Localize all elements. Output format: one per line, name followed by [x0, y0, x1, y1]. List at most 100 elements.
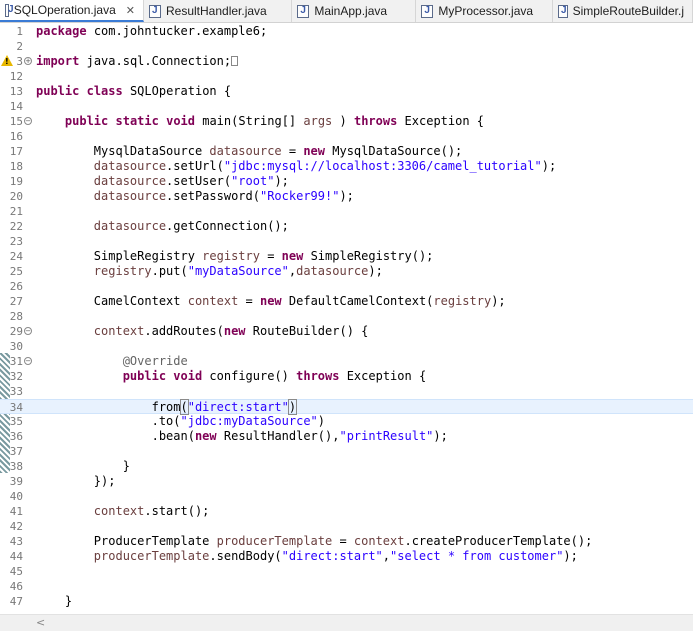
- tab-simpleroutebuilder-j[interactable]: SimpleRouteBuilder.j: [553, 0, 693, 22]
- horizontal-scrollbar[interactable]: <: [0, 614, 693, 631]
- string-token: "root": [231, 174, 275, 188]
- code-editor[interactable]: 1package com.johntucker.example6;23impor…: [0, 23, 693, 613]
- code-line[interactable]: 24 SimpleRegistry registry = new SimpleR…: [0, 249, 693, 264]
- keyword-token: package: [36, 24, 87, 38]
- line-number: 13: [9, 85, 23, 98]
- expand-fold-icon[interactable]: [24, 57, 32, 65]
- code-line[interactable]: 17 MysqlDataSource datasource = new Mysq…: [0, 144, 693, 159]
- tab-mainapp-java[interactable]: MainApp.java: [292, 0, 417, 22]
- code-line[interactable]: 14: [0, 99, 693, 114]
- tab-sqloperation-java[interactable]: SQLOperation.java ✕: [0, 0, 144, 22]
- code-token: Exception {: [339, 369, 427, 383]
- tab-label: MyProcessor.java: [438, 4, 534, 18]
- keyword-token: static: [115, 114, 159, 128]
- code-text: public void configure() throws Exception…: [36, 369, 426, 384]
- code-line[interactable]: 40: [0, 489, 693, 504]
- folded-imports-marker[interactable]: [231, 56, 239, 66]
- code-line[interactable]: 13 public class SQLOperation {: [0, 84, 693, 99]
- code-line[interactable]: 28: [0, 309, 693, 324]
- collapse-fold-icon[interactable]: [24, 357, 32, 365]
- code-line[interactable]: 26: [0, 279, 693, 294]
- collapse-fold-icon[interactable]: [24, 117, 32, 125]
- code-token: DefaultCamelContext(: [281, 294, 434, 308]
- code-token: });: [36, 474, 116, 488]
- tab-label: SimpleRouteBuilder.j: [572, 4, 684, 18]
- line-number: 3: [16, 55, 23, 68]
- string-token: "direct:start": [187, 400, 289, 414]
- code-text: .to("jdbc:myDataSource"): [36, 414, 325, 429]
- code-token: .start();: [144, 504, 210, 518]
- code-token: =: [281, 144, 304, 158]
- code-text: datasource.setUser("root");: [36, 174, 289, 189]
- annotation-token: @Override: [122, 354, 188, 368]
- code-token: );: [541, 159, 557, 173]
- code-text: datasource.setUrl("jdbc:mysql://localhos…: [36, 159, 556, 174]
- code-line[interactable]: 19 datasource.setUser("root");: [0, 174, 693, 189]
- code-line[interactable]: 38 }: [0, 459, 693, 474]
- code-token: SimpleRegistry: [36, 249, 203, 263]
- line-number: 17: [9, 145, 23, 158]
- line-number: 15: [9, 115, 23, 128]
- close-tab-icon[interactable]: ✕: [126, 4, 135, 17]
- code-line[interactable]: 1 package com.johntucker.example6;: [0, 24, 693, 39]
- keyword-token: public: [122, 369, 167, 383]
- tab-myprocessor-java[interactable]: MyProcessor.java: [416, 0, 553, 22]
- variable-token: datasource: [209, 144, 282, 158]
- code-line[interactable]: 39 });: [0, 474, 693, 489]
- code-line[interactable]: 29 context.addRoutes(new RouteBuilder() …: [0, 324, 693, 339]
- code-line[interactable]: 43 ProducerTemplate producerTemplate = c…: [0, 534, 693, 549]
- code-line[interactable]: 21: [0, 204, 693, 219]
- code-line[interactable]: 27 CamelContext context = new DefaultCam…: [0, 294, 693, 309]
- code-text: MysqlDataSource datasource = new MysqlDa…: [36, 144, 463, 159]
- code-line[interactable]: 15 public static void main(String[] args…: [0, 114, 693, 129]
- line-number: 36: [9, 430, 23, 443]
- code-text: import java.sql.Connection;: [36, 54, 239, 69]
- keyword-token: public: [36, 84, 80, 98]
- java-file-icon: [558, 4, 568, 18]
- code-line[interactable]: 32 public void configure() throws Except…: [0, 369, 693, 384]
- collapse-fold-icon[interactable]: [24, 327, 32, 335]
- line-number: 39: [9, 475, 23, 488]
- code-text: }: [36, 594, 72, 609]
- code-line[interactable]: 23: [0, 234, 693, 249]
- code-token: CamelContext: [36, 294, 188, 308]
- code-line[interactable]: 20 datasource.setPassword("Rocker99!");: [0, 189, 693, 204]
- code-line[interactable]: 47 }: [0, 594, 693, 609]
- code-line[interactable]: 22 datasource.getConnection();: [0, 219, 693, 234]
- code-line[interactable]: 34 from("direct:start"): [0, 399, 693, 415]
- code-line[interactable]: 2: [0, 39, 693, 54]
- code-line[interactable]: 33: [0, 384, 693, 399]
- code-token: .setUrl(: [166, 159, 224, 173]
- line-number: 43: [9, 535, 23, 548]
- code-line[interactable]: 46: [0, 579, 693, 594]
- code-line[interactable]: 42: [0, 519, 693, 534]
- variable-token: registry: [433, 294, 492, 308]
- line-number: 14: [9, 100, 23, 113]
- code-line[interactable]: 35 .to("jdbc:myDataSource"): [0, 414, 693, 429]
- scroll-left-arrow-icon[interactable]: <: [36, 615, 45, 631]
- code-line[interactable]: 31 @Override: [0, 354, 693, 369]
- code-line[interactable]: 44 producerTemplate.sendBody("direct:sta…: [0, 549, 693, 564]
- code-line[interactable]: 3 import java.sql.Connection;: [0, 54, 693, 69]
- line-number: 23: [9, 235, 23, 248]
- variable-token: datasource: [93, 159, 167, 173]
- variable-token: context: [93, 504, 145, 518]
- code-token: RouteBuilder() {: [245, 324, 369, 338]
- code-line[interactable]: 37: [0, 444, 693, 459]
- line-number: 31: [9, 355, 23, 368]
- code-token: ): [332, 114, 354, 128]
- tab-resulthandler-java[interactable]: ResultHandler.java: [144, 0, 293, 22]
- code-line[interactable]: 30: [0, 339, 693, 354]
- code-token: .getConnection();: [166, 219, 289, 233]
- code-line[interactable]: 25 registry.put("myDataSource",datasourc…: [0, 264, 693, 279]
- code-token: ): [317, 414, 326, 428]
- code-line[interactable]: 41 context.start();: [0, 504, 693, 519]
- line-number: 18: [9, 160, 23, 173]
- code-line[interactable]: 45: [0, 564, 693, 579]
- code-line[interactable]: 16: [0, 129, 693, 144]
- code-line[interactable]: 36 .bean(new ResultHandler(),"printResul…: [0, 429, 693, 444]
- code-line[interactable]: 18 datasource.setUrl("jdbc:mysql://local…: [0, 159, 693, 174]
- code-line[interactable]: 12: [0, 69, 693, 84]
